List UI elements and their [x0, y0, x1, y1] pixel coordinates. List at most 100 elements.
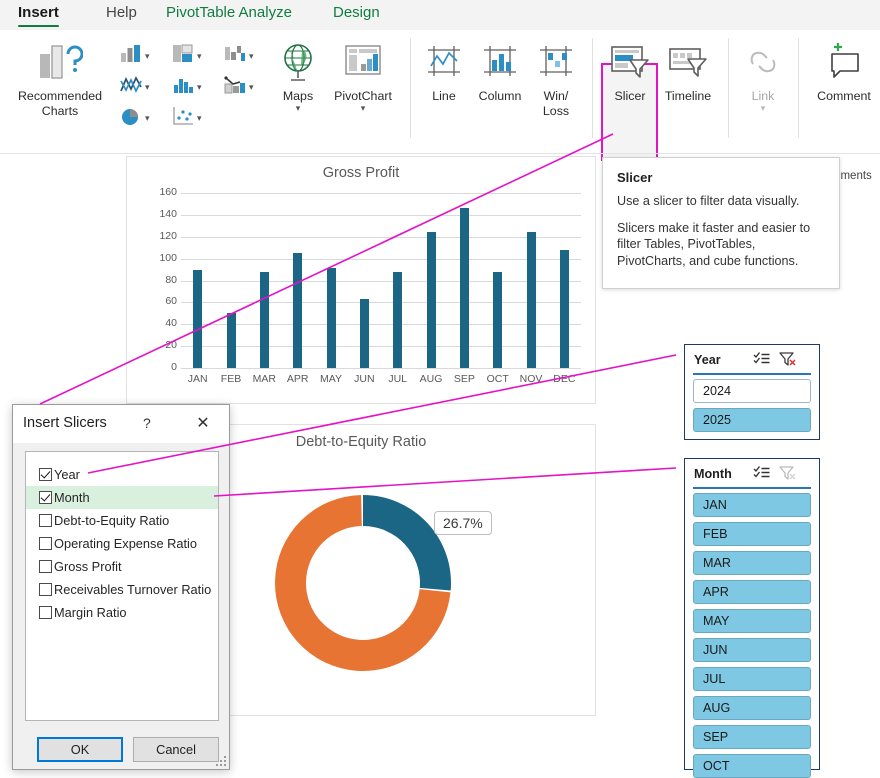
link-button[interactable]: Link ▾	[736, 42, 790, 112]
donut-data-label: 26.7%	[434, 511, 492, 535]
chevron-down-icon[interactable]: ▾	[736, 104, 790, 112]
gross-profit-chart[interactable]: Gross Profit 020406080100120140160JANFEB…	[126, 156, 596, 404]
comment-icon	[822, 71, 866, 88]
group-divider	[798, 38, 799, 138]
tab-help-label: Help	[106, 4, 137, 21]
hierarchy-chart-button[interactable]: ▾	[172, 44, 202, 69]
ok-button[interactable]: OK	[37, 737, 123, 762]
pivotchart-icon	[342, 71, 384, 88]
field-list-item[interactable]: Margin Ratio	[26, 601, 218, 624]
sparkline-winloss-button[interactable]: Win/ Loss	[530, 42, 582, 119]
checkbox-icon[interactable]	[39, 537, 52, 550]
multi-select-icon[interactable]	[753, 465, 770, 485]
slicer-item[interactable]: APR	[693, 580, 811, 604]
pie-chart-button[interactable]: ▾	[120, 106, 150, 131]
chevron-down-icon[interactable]: ▾	[145, 82, 150, 93]
month-slicer[interactable]: Month JANFEBMARAPRMAYJUNJULAUGSEPOCT	[684, 458, 820, 770]
tab-pivottable-analyze[interactable]: PivotTable Analyze	[166, 4, 292, 21]
slicer-item[interactable]: JAN	[693, 493, 811, 517]
slicer-button[interactable]: Slicer	[604, 42, 656, 104]
field-list-item[interactable]: Year	[26, 463, 218, 486]
waterfall-chart-button[interactable]: ▾	[224, 44, 254, 69]
timeline-button[interactable]: Timeline	[658, 42, 718, 104]
slicer-item[interactable]: 2024	[693, 379, 811, 403]
slicer-item[interactable]: JUN	[693, 638, 811, 662]
slicer-item[interactable]: JUL	[693, 667, 811, 691]
field-list-item[interactable]: Debt-to-Equity Ratio	[26, 509, 218, 532]
sparkline-column-button[interactable]: Column	[472, 42, 528, 104]
bar[interactable]	[493, 272, 502, 368]
slicer-item[interactable]: MAY	[693, 609, 811, 633]
sparkline-line-button[interactable]: Line	[418, 42, 470, 104]
bar[interactable]	[360, 299, 369, 368]
field-list-item[interactable]: Month	[26, 486, 218, 509]
multi-select-icon[interactable]	[753, 351, 770, 371]
ribbon-bottom-rule	[0, 153, 880, 154]
donut-slice[interactable]	[363, 495, 451, 591]
checkbox-icon[interactable]	[39, 560, 52, 573]
bar[interactable]	[393, 272, 402, 368]
chevron-down-icon[interactable]: ▾	[249, 82, 254, 93]
tab-help[interactable]: Help	[106, 4, 137, 21]
scatter-chart-button[interactable]: ▾	[172, 106, 202, 131]
field-list-item[interactable]: Gross Profit	[26, 555, 218, 578]
slicer-item[interactable]: SEP	[693, 725, 811, 749]
field-list[interactable]: YearMonthDebt-to-Equity RatioOperating E…	[25, 451, 219, 721]
bar[interactable]	[527, 232, 536, 368]
chevron-down-icon[interactable]: ▾	[145, 113, 150, 124]
tab-insert[interactable]: Insert	[18, 4, 59, 21]
pivotchart-button[interactable]: PivotChart ▾	[328, 42, 398, 112]
x-axis-tick: APR	[281, 373, 315, 385]
slicer-item[interactable]: OCT	[693, 754, 811, 778]
bar[interactable]	[293, 253, 302, 368]
checkbox-icon[interactable]	[39, 583, 52, 596]
clear-filter-icon[interactable]	[779, 351, 797, 372]
x-axis-tick: DEC	[547, 373, 581, 385]
bar[interactable]	[260, 272, 269, 368]
bar[interactable]	[427, 232, 436, 368]
close-icon[interactable]: ✕	[193, 413, 213, 433]
checkbox-icon[interactable]	[39, 606, 52, 619]
slicer-item[interactable]: 2025	[693, 408, 811, 432]
chevron-down-icon[interactable]: ▾	[197, 51, 202, 62]
column-chart-button[interactable]: ▾	[120, 44, 150, 69]
recommended-charts-button[interactable]: Recommended Charts	[8, 42, 112, 119]
bar[interactable]	[227, 313, 236, 368]
bar[interactable]	[560, 250, 569, 368]
field-list-item[interactable]: Receivables Turnover Ratio	[26, 578, 218, 601]
statistic-chart-button[interactable]: ▾	[172, 75, 202, 100]
cancel-button[interactable]: Cancel	[133, 737, 219, 762]
slicer-item[interactable]: AUG	[693, 696, 811, 720]
chevron-down-icon[interactable]: ▾	[145, 51, 150, 62]
bar[interactable]	[460, 208, 469, 368]
line-chart-button[interactable]: ▾	[120, 75, 150, 100]
chevron-down-icon[interactable]: ▾	[197, 82, 202, 93]
chevron-down-icon[interactable]: ▾	[328, 104, 398, 112]
field-list-item[interactable]: Operating Expense Ratio	[26, 532, 218, 555]
combo-chart-button[interactable]: ▾	[224, 75, 254, 100]
ribbon-tab-bar: Insert Help PivotTable Analyze Design	[0, 0, 880, 30]
checkbox-icon[interactable]	[39, 514, 52, 527]
grid-line	[181, 193, 581, 194]
slicer-item[interactable]: FEB	[693, 522, 811, 546]
grid-line	[181, 324, 581, 325]
maps-button[interactable]: Maps ▾	[272, 42, 324, 112]
month-slicer-title: Month	[694, 467, 732, 481]
chevron-down-icon[interactable]: ▾	[197, 113, 202, 124]
bar[interactable]	[193, 270, 202, 368]
checkbox-checked-icon[interactable]	[39, 468, 52, 481]
insert-slicers-dialog[interactable]: Insert Slicers ? ✕ YearMonthDebt-to-Equi…	[12, 404, 230, 770]
year-slicer[interactable]: Year 20242025	[684, 344, 820, 440]
tab-design[interactable]: Design	[333, 4, 380, 21]
y-axis-tick: 140	[137, 208, 177, 220]
bar[interactable]	[327, 268, 336, 368]
slicer-item[interactable]: MAR	[693, 551, 811, 575]
resize-grip-icon[interactable]	[216, 756, 226, 766]
y-axis-tick: 80	[137, 274, 177, 286]
chevron-down-icon[interactable]: ▾	[272, 104, 324, 112]
chevron-down-icon[interactable]: ▾	[249, 51, 254, 62]
comment-button[interactable]: Comment	[804, 42, 880, 104]
clear-filter-icon[interactable]	[779, 465, 797, 486]
help-icon[interactable]: ?	[143, 415, 151, 431]
checkbox-checked-icon[interactable]	[39, 491, 52, 504]
